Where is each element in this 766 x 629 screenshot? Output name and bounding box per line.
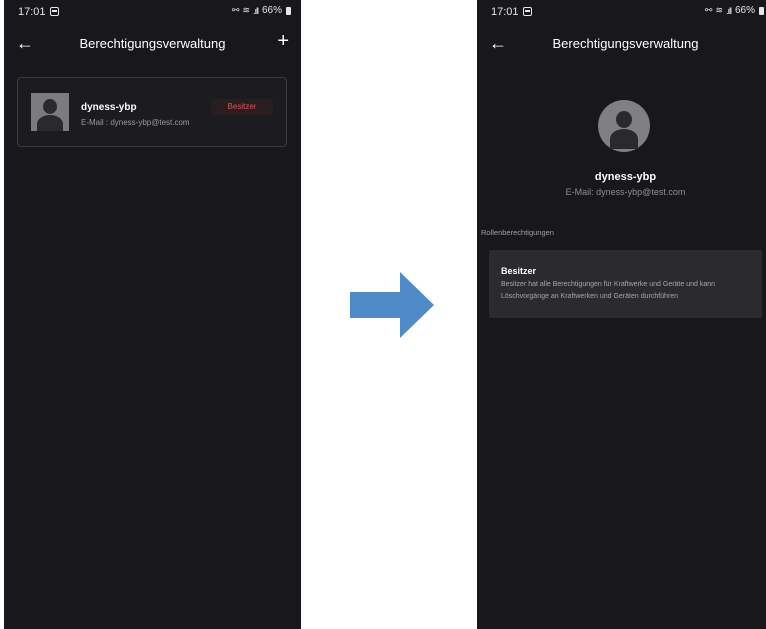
link-icon: ⚯ bbox=[231, 5, 239, 15]
wifi-icon: ≋ bbox=[715, 5, 722, 15]
user-avatar-icon bbox=[598, 100, 650, 152]
user-name: dyness-ybp bbox=[594, 171, 657, 183]
role-title: Besitzer bbox=[501, 266, 537, 276]
page-title: Berechtigungsverwaltung bbox=[552, 36, 699, 51]
wifi-icon: ≋ bbox=[242, 5, 249, 15]
status-time: 17:01 bbox=[491, 6, 519, 18]
role-card[interactable]: Besitzer Besitzer hat alle Berechtigunge… bbox=[489, 250, 762, 318]
transition-arrow-icon bbox=[350, 272, 434, 338]
battery-icon bbox=[759, 6, 764, 15]
calendar-icon bbox=[523, 7, 532, 16]
user-list-item[interactable]: dyness-ybp E-Mail : dyness-ybp@test.com … bbox=[17, 77, 287, 147]
battery-icon bbox=[286, 6, 291, 15]
status-time: 17:01 bbox=[18, 6, 46, 18]
user-email: E-Mail: dyness-ybp@test.com bbox=[565, 187, 686, 197]
role-badge: Besitzer bbox=[211, 99, 273, 115]
role-description: Besitzer hat alle Berechtigungen für Kra… bbox=[501, 281, 716, 300]
calendar-icon bbox=[50, 7, 59, 16]
add-user-button[interactable]: + bbox=[277, 30, 289, 52]
status-bar: 17:01 ⚯ ≋ .ıll 66% bbox=[477, 0, 766, 24]
status-icons: ⚯ ≋ .ıll 66% bbox=[232, 5, 291, 16]
user-email: E-Mail : dyness-ybp@test.com bbox=[81, 118, 190, 127]
user-name: dyness-ybp bbox=[81, 102, 137, 113]
app-header: ← Berechtigungsverwaltung + bbox=[4, 30, 301, 60]
page-title: Berechtigungsverwaltung bbox=[79, 36, 226, 51]
link-icon: ⚯ bbox=[704, 5, 712, 15]
battery-level: 66% bbox=[261, 5, 282, 16]
user-avatar-icon bbox=[31, 93, 69, 131]
section-label: Rollenberechtigungen bbox=[481, 228, 554, 237]
battery-level: 66% bbox=[734, 5, 755, 16]
signal-icon: .ıll bbox=[725, 5, 732, 16]
status-icons: ⚯ ≋ .ıll 66% bbox=[705, 5, 764, 16]
phone-screen-detail: 17:01 ⚯ ≋ .ıll 66% ← Berechtigungsverwal… bbox=[477, 0, 766, 629]
signal-icon: .ıll bbox=[252, 5, 259, 16]
app-header: ← Berechtigungsverwaltung bbox=[477, 30, 766, 60]
status-bar: 17:01 ⚯ ≋ .ıll 66% bbox=[4, 0, 301, 24]
phone-screen-list: 17:01 ⚯ ≋ .ıll 66% ← Berechtigungsverwal… bbox=[4, 0, 301, 629]
